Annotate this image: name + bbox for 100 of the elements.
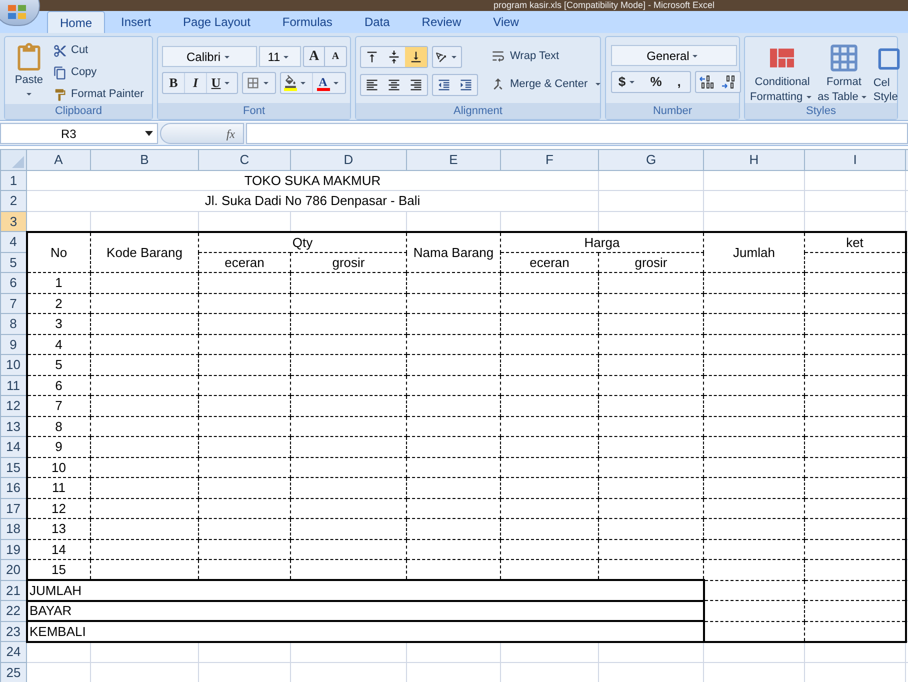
group-label: Number	[652, 106, 692, 116]
font-color-button[interactable]: A	[313, 73, 345, 93]
ribbon-tab[interactable]: Page Layout	[171, 11, 262, 33]
column-header: Jumlah	[733, 244, 775, 260]
row-number[interactable]: 9	[0, 334, 26, 354]
italic-button[interactable]: I	[185, 73, 207, 93]
column-header: No	[50, 244, 68, 260]
group-label: Alignment	[454, 106, 502, 116]
row-number[interactable]: 13	[0, 416, 26, 436]
column-header: Qty	[292, 234, 313, 250]
underline-button[interactable]: U	[207, 73, 237, 93]
group-label: Font	[242, 106, 265, 116]
table-cell: 11	[52, 480, 66, 496]
column-header: Kode Barang	[106, 244, 182, 260]
merge-center-button[interactable]: Merge & Center	[490, 75, 604, 93]
table-cell: BAYAR	[30, 603, 72, 618]
column-header: eceran	[530, 254, 570, 270]
group-label: Clipboard	[54, 106, 102, 117]
row-number[interactable]: 25	[0, 662, 26, 682]
row-number[interactable]: 22	[0, 600, 26, 621]
wrap-text-button[interactable]: Wrap Text	[490, 47, 604, 65]
row-number[interactable]: 10	[0, 354, 26, 375]
table-cell: 9	[55, 439, 62, 454]
font-size-dropdown[interactable]: 11	[259, 46, 301, 67]
table-cell: JUMLAH	[30, 582, 82, 598]
row-number[interactable]: 11	[0, 375, 26, 396]
table-cell: 10	[52, 460, 66, 475]
row-number[interactable]: 7	[0, 293, 26, 314]
ribbon-tab[interactable]: View	[481, 11, 531, 33]
currency-button[interactable]: $	[612, 72, 644, 92]
table-cell: 15	[52, 562, 66, 577]
table-cell: 6	[55, 378, 62, 393]
column-letter[interactable]: C	[198, 150, 290, 170]
ribbon-tab[interactable]: Review	[410, 11, 474, 33]
table-cell: 12	[52, 500, 66, 516]
column-letter[interactable]: I	[804, 150, 906, 170]
column-letter[interactable]: G	[598, 150, 704, 170]
row-number[interactable]: 15	[0, 457, 26, 478]
format-painter-button[interactable]: Format Painter	[53, 85, 144, 104]
conditional-formatting-button[interactable]: Conditional Formatting	[750, 40, 815, 103]
cell-styles-button[interactable]: Cel Style	[873, 40, 906, 103]
column-letter[interactable]: F	[500, 150, 598, 170]
name-box[interactable]: R3	[0, 123, 158, 144]
row-number[interactable]: 12	[0, 396, 26, 416]
row-number[interactable]: 6	[0, 272, 26, 293]
row-number[interactable]: 14	[0, 436, 26, 457]
comma-button[interactable]: ,	[668, 72, 690, 92]
row-number[interactable]: 17	[0, 498, 26, 518]
row-number[interactable]: 19	[0, 539, 26, 560]
group-label: Styles	[806, 106, 836, 116]
table-cell: Jl. Suka Dadi No 786 Denpasar - Bali	[204, 193, 420, 208]
table-cell: 3	[55, 316, 62, 332]
column-letter[interactable]: D	[290, 150, 406, 170]
column-header: Nama Barang	[413, 244, 494, 260]
row-number[interactable]: 3	[0, 211, 26, 232]
column-header: grosir	[332, 254, 365, 270]
table-cell: 14	[52, 542, 66, 557]
row-number[interactable]: 16	[0, 478, 26, 498]
table-cell: 8	[55, 418, 62, 434]
row-number[interactable]: 2	[0, 190, 26, 211]
table-cell: KEMBALI	[30, 624, 86, 639]
column-letter[interactable]: H	[704, 150, 804, 170]
table-cell: 7	[55, 398, 62, 414]
ribbon-tab[interactable]: Insert	[109, 11, 164, 33]
column-letter[interactable]: B	[90, 150, 198, 170]
table-cell: TOKO SUKA MAKMUR	[244, 172, 381, 188]
insert-function-button[interactable]: fx	[160, 123, 244, 144]
font-name-dropdown[interactable]: Calibri	[162, 46, 257, 67]
table-cell: 4	[55, 336, 62, 352]
row-number[interactable]: 23	[0, 621, 26, 642]
row-number[interactable]: 18	[0, 518, 26, 539]
table-cell: 13	[52, 521, 66, 536]
row-number[interactable]: 21	[0, 580, 26, 600]
number-format-dropdown[interactable]: General	[611, 45, 737, 66]
table-cell: 2	[55, 296, 62, 311]
copy-button[interactable]: Copy	[53, 63, 144, 82]
format-as-table-button[interactable]: Format as Table	[818, 40, 870, 103]
column-header: ket	[846, 234, 864, 250]
row-number[interactable]: 5	[0, 252, 26, 272]
row-number[interactable]: 8	[0, 314, 26, 334]
column-header: eceran	[224, 254, 264, 270]
table-cell: 5	[55, 357, 62, 372]
ribbon-tab[interactable]: Home	[47, 11, 106, 33]
row-number[interactable]: 1	[0, 170, 26, 190]
column-header: Harga	[584, 234, 620, 250]
column-letter[interactable]: A	[26, 150, 90, 170]
grow-font-button[interactable]: A	[304, 47, 325, 66]
bold-button[interactable]: B	[163, 73, 185, 93]
percent-button[interactable]: %	[644, 72, 668, 92]
window-title: program kasir.xls [Compatibility Mode] - Microsoft Excel	[492, 1, 715, 10]
row-number[interactable]: 20	[0, 560, 26, 580]
table-cell: 1	[55, 275, 62, 290]
shrink-font-button[interactable]: A	[325, 47, 346, 66]
row-number[interactable]: 24	[0, 642, 26, 662]
paste-button[interactable]: Paste	[9, 40, 49, 102]
cut-button[interactable]: Cut	[53, 41, 144, 60]
ribbon-tab[interactable]: Formulas	[270, 11, 344, 33]
row-number[interactable]: 4	[0, 232, 26, 252]
ribbon-tab[interactable]: Data	[352, 11, 402, 33]
column-letter[interactable]: E	[406, 150, 500, 170]
